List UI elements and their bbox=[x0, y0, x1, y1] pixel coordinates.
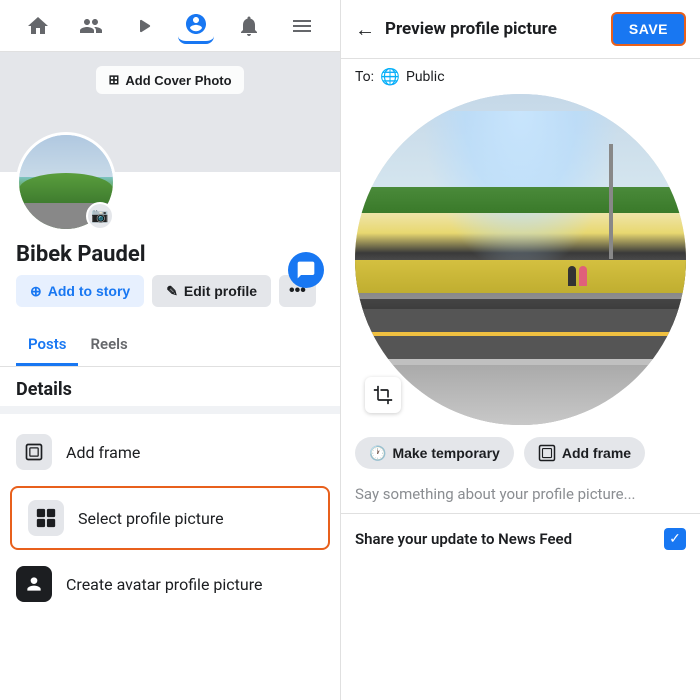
menu-item-create-avatar[interactable]: Create avatar profile picture bbox=[0, 554, 340, 614]
audience-label: Public bbox=[406, 69, 445, 85]
select-picture-label: Select profile picture bbox=[78, 509, 224, 528]
right-panel: ← Preview profile picture SAVE To: 🌐 Pub… bbox=[340, 0, 700, 700]
profile-nav-icon[interactable] bbox=[178, 8, 214, 44]
circle-preview bbox=[355, 94, 686, 425]
figure-1 bbox=[568, 266, 576, 286]
caption-placeholder: Say something about your profile picture… bbox=[355, 485, 635, 503]
globe-icon: 🌐 bbox=[380, 67, 400, 86]
crop-button[interactable] bbox=[365, 377, 401, 413]
bottom-menu: Add frame Select profile picture Create … bbox=[0, 414, 340, 700]
bell-nav-icon[interactable] bbox=[231, 8, 267, 44]
create-avatar-icon bbox=[16, 566, 52, 602]
add-cover-icon: ⊞ bbox=[108, 72, 119, 88]
tab-posts[interactable]: Posts bbox=[16, 325, 78, 366]
frame-icon bbox=[538, 444, 556, 462]
figure-2 bbox=[579, 266, 587, 286]
avatar-wrap: 📷 bbox=[16, 132, 116, 232]
plus-circle-icon: ⊕ bbox=[30, 283, 42, 300]
menu-item-add-frame[interactable]: Add frame bbox=[0, 422, 340, 482]
make-temporary-button[interactable]: 🕐 Make temporary bbox=[355, 437, 514, 469]
scene-figures bbox=[568, 266, 587, 286]
picture-preview-wrap bbox=[341, 94, 700, 425]
tabs: Posts Reels bbox=[0, 325, 340, 367]
scene-pole bbox=[609, 144, 613, 260]
add-frame-button[interactable]: Add frame bbox=[524, 437, 645, 469]
back-button[interactable]: ← bbox=[355, 17, 375, 42]
scene-road bbox=[355, 309, 686, 359]
scene-bottom bbox=[355, 365, 686, 425]
add-frame-icon bbox=[16, 434, 52, 470]
scene-road-line bbox=[355, 332, 686, 336]
page-title: Preview profile picture bbox=[385, 19, 557, 39]
video-nav-icon[interactable] bbox=[126, 8, 162, 44]
caption-area[interactable]: Say something about your profile picture… bbox=[341, 481, 700, 514]
right-header: ← Preview profile picture SAVE bbox=[341, 0, 700, 59]
details-section: Details bbox=[0, 367, 340, 414]
avatar-camera-button[interactable]: 📷 bbox=[86, 202, 114, 230]
edit-profile-button[interactable]: ✎ Edit profile bbox=[152, 275, 271, 307]
add-cover-label: Add Cover Photo bbox=[125, 73, 231, 88]
hamburger-nav-icon[interactable] bbox=[284, 8, 320, 44]
share-row: Share your update to News Feed ✓ bbox=[341, 514, 700, 564]
user-name: Bibek Paudel bbox=[16, 242, 324, 267]
home-nav-icon[interactable] bbox=[20, 8, 56, 44]
action-row: 🕐 Make temporary Add frame bbox=[341, 425, 700, 481]
action-buttons: ⊕ Add to story ✎ Edit profile ••• bbox=[16, 275, 324, 307]
details-title: Details bbox=[16, 379, 72, 400]
share-label: Share your update to News Feed bbox=[355, 530, 572, 548]
header-left: ← Preview profile picture bbox=[355, 17, 557, 42]
tab-reels[interactable]: Reels bbox=[78, 325, 139, 366]
menu-item-select-picture[interactable]: Select profile picture bbox=[10, 486, 330, 550]
profile-section: 📷 Bibek Paudel ⊕ Add to story ✎ Edit pro… bbox=[0, 172, 340, 325]
add-to-story-button[interactable]: ⊕ Add to story bbox=[16, 275, 144, 307]
save-button[interactable]: SAVE bbox=[611, 12, 686, 46]
preview-scene bbox=[355, 94, 686, 425]
audience-selector[interactable]: To: 🌐 Public bbox=[341, 59, 700, 94]
scene-green-fence bbox=[355, 187, 686, 213]
create-avatar-label: Create avatar profile picture bbox=[66, 575, 262, 594]
add-frame-label: Add frame bbox=[66, 443, 140, 462]
friends-nav-icon[interactable] bbox=[73, 8, 109, 44]
to-label: To: bbox=[355, 69, 374, 85]
top-nav bbox=[0, 0, 340, 52]
share-checkbox[interactable]: ✓ bbox=[664, 528, 686, 550]
select-picture-icon bbox=[28, 500, 64, 536]
chat-button[interactable] bbox=[288, 252, 324, 288]
left-panel: ⊞ Add Cover Photo 📷 Bibek Paudel ⊕ Add t… bbox=[0, 0, 340, 700]
scene-yellow-road bbox=[355, 260, 686, 293]
add-cover-button[interactable]: ⊞ Add Cover Photo bbox=[96, 66, 243, 94]
clock-icon: 🕐 bbox=[369, 445, 386, 462]
pencil-icon: ✎ bbox=[166, 283, 178, 300]
